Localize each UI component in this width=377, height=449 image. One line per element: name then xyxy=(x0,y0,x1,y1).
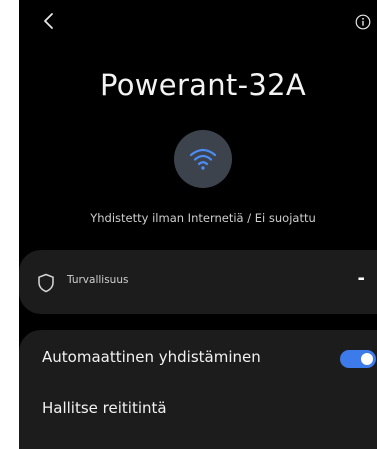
back-arrow-icon[interactable] xyxy=(39,11,59,31)
info-icon[interactable] xyxy=(355,14,371,30)
shield-icon xyxy=(37,273,55,297)
auto-connect-row[interactable]: Automaattinen yhdistäminen xyxy=(19,336,377,380)
network-settings-card: Automaattinen yhdistäminen Hallitse reit… xyxy=(19,330,377,449)
wifi-details-screen: Powerant-32A Yhdistetty ilman Internetiä… xyxy=(19,0,377,449)
security-row[interactable]: Turvallisuus - xyxy=(19,250,377,314)
security-value: - xyxy=(357,268,365,289)
connection-status: Yhdistetty ilman Internetiä / Ei suojatt… xyxy=(90,211,316,225)
wifi-icon xyxy=(189,148,217,170)
wifi-status-badge xyxy=(174,130,232,188)
network-name: Powerant-32A xyxy=(99,68,306,102)
manage-router-row[interactable]: Hallitse reititintä xyxy=(19,387,377,431)
security-label: Turvallisuus xyxy=(67,274,129,286)
auto-connect-label: Automaattinen yhdistäminen xyxy=(42,348,261,366)
auto-connect-toggle[interactable] xyxy=(340,350,376,368)
manage-router-label: Hallitse reititintä xyxy=(42,399,167,417)
toggle-knob xyxy=(361,353,373,365)
